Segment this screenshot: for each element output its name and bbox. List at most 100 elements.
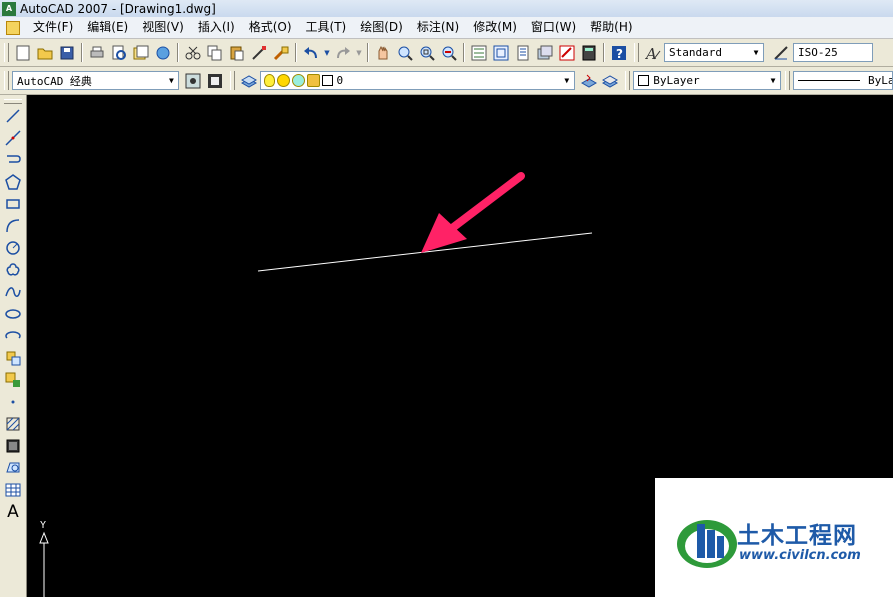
menu-file[interactable]: 文件(F) xyxy=(26,17,80,38)
standard-toolbar: ▼ ▼ ? A Standard ▼ ISO-25 xyxy=(0,39,893,67)
markup-icon[interactable] xyxy=(557,43,577,63)
autocad-app-icon[interactable]: A xyxy=(2,1,16,16)
menu-help[interactable]: 帮助(H) xyxy=(583,17,639,38)
text-style-value: Standard xyxy=(669,46,722,59)
make-current-layer-icon[interactable] xyxy=(579,71,599,91)
ellipse-arc-icon[interactable] xyxy=(3,326,23,346)
multiline-text-icon[interactable]: A xyxy=(3,502,23,522)
toolbar-grip[interactable] xyxy=(4,71,9,90)
arc-icon[interactable] xyxy=(3,216,23,236)
zoom-previous-icon[interactable] xyxy=(439,43,459,63)
toolbar-grip[interactable] xyxy=(634,43,639,62)
layer-viewport-thaw-icon[interactable] xyxy=(291,74,305,87)
construction-line-icon[interactable] xyxy=(3,128,23,148)
workspace-settings-icon[interactable] xyxy=(183,71,203,91)
spline-icon[interactable] xyxy=(3,282,23,302)
match-properties-icon[interactable] xyxy=(249,43,269,63)
cut-icon[interactable] xyxy=(183,43,203,63)
print-icon[interactable] xyxy=(87,43,107,63)
text-style-select[interactable]: Standard ▼ xyxy=(664,43,764,62)
toolbar-grip[interactable] xyxy=(229,71,235,90)
plot-preview-icon[interactable] xyxy=(109,43,129,63)
layer-color-swatch[interactable] xyxy=(321,75,333,86)
my-workspace-icon[interactable] xyxy=(205,71,225,91)
menu-tools[interactable]: 工具(T) xyxy=(299,17,354,38)
circle-icon[interactable] xyxy=(3,238,23,258)
make-block-icon[interactable] xyxy=(3,370,23,390)
undo-dropdown-icon[interactable]: ▼ xyxy=(323,43,331,63)
pan-icon[interactable] xyxy=(373,43,393,63)
redo-icon[interactable] xyxy=(333,43,353,63)
linetype-control-select[interactable]: ByLay xyxy=(792,71,893,90)
sheet-set-icon[interactable] xyxy=(535,43,555,63)
dim-style-select[interactable]: ISO-25 xyxy=(793,43,873,62)
design-center-icon[interactable] xyxy=(491,43,511,63)
document-menu-icon[interactable] xyxy=(6,20,20,35)
layers-properties-toolbar: AutoCAD 经典 ▼ 0 ▼ ByLayer ▼ ByLay xyxy=(0,67,893,95)
menu-view[interactable]: 视图(V) xyxy=(135,17,191,38)
toolbar-grip[interactable] xyxy=(785,71,790,90)
menu-draw[interactable]: 绘图(D) xyxy=(353,17,410,38)
layer-select[interactable]: 0 ▼ xyxy=(259,71,575,90)
layer-manager-icon[interactable] xyxy=(239,71,259,91)
chevron-down-icon[interactable]: ▼ xyxy=(164,72,178,89)
3d-dwf-icon[interactable] xyxy=(153,43,173,63)
linetype-value: ByLay xyxy=(867,74,892,87)
chevron-down-icon[interactable]: ▼ xyxy=(560,72,574,89)
layer-lock-icon[interactable] xyxy=(306,74,320,87)
region-icon[interactable] xyxy=(3,458,23,478)
polygon-icon[interactable] xyxy=(3,172,23,192)
line-icon[interactable] xyxy=(3,106,23,126)
window-title: AutoCAD 2007 - [Drawing1.dwg] xyxy=(20,1,216,16)
quickcalc-icon[interactable] xyxy=(579,43,599,63)
toolbar-separator xyxy=(295,43,297,62)
insert-block-icon[interactable] xyxy=(3,348,23,368)
drawn-line[interactable] xyxy=(257,232,593,272)
publish-icon[interactable] xyxy=(131,43,151,63)
layer-thaw-icon[interactable] xyxy=(276,74,290,87)
ellipse-icon[interactable] xyxy=(3,304,23,324)
ucs-axis xyxy=(39,531,49,597)
color-control-select[interactable]: ByLayer ▼ xyxy=(633,71,782,90)
text-style-icon[interactable]: A xyxy=(643,43,663,63)
redo-dropdown-icon[interactable]: ▼ xyxy=(355,43,363,63)
open-icon[interactable] xyxy=(35,43,55,63)
chevron-down-icon[interactable]: ▼ xyxy=(766,72,780,89)
gradient-icon[interactable] xyxy=(3,436,23,456)
menu-format[interactable]: 格式(O) xyxy=(242,17,299,38)
undo-icon[interactable] xyxy=(301,43,321,63)
layer-name-value: 0 xyxy=(336,74,344,87)
toolbar-grip[interactable] xyxy=(4,43,9,62)
menu-edit[interactable]: 编辑(E) xyxy=(80,17,135,38)
paste-icon[interactable] xyxy=(227,43,247,63)
layer-previous-icon[interactable] xyxy=(601,71,621,91)
menu-insert[interactable]: 插入(I) xyxy=(191,17,242,38)
chevron-down-icon[interactable]: ▼ xyxy=(749,44,763,61)
menu-dimension[interactable]: 标注(N) xyxy=(410,17,466,38)
revision-cloud-icon[interactable] xyxy=(3,260,23,280)
tool-palettes-icon[interactable] xyxy=(513,43,533,63)
hatch-icon[interactable] xyxy=(3,414,23,434)
dim-style-icon[interactable] xyxy=(772,43,792,63)
block-editor-icon[interactable] xyxy=(271,43,291,63)
workspace-select[interactable]: AutoCAD 经典 ▼ xyxy=(11,71,180,90)
rectangle-icon[interactable] xyxy=(3,194,23,214)
table-icon[interactable] xyxy=(3,480,23,500)
toolbar-grip[interactable] xyxy=(4,99,22,104)
watermark: 土木工程网 www.civilcn.com xyxy=(655,478,893,597)
help-icon[interactable]: ? xyxy=(609,43,629,63)
zoom-window-icon[interactable] xyxy=(417,43,437,63)
watermark-title: 土木工程网 xyxy=(737,523,857,549)
menu-window[interactable]: 窗口(W) xyxy=(524,17,583,38)
ucs-y-label: Y xyxy=(40,520,47,531)
point-icon[interactable] xyxy=(3,392,23,412)
polyline-icon[interactable] xyxy=(3,150,23,170)
layer-on-icon[interactable] xyxy=(263,74,275,87)
copy-icon[interactable] xyxy=(205,43,225,63)
toolbar-grip[interactable] xyxy=(625,71,631,90)
save-icon[interactable] xyxy=(57,43,77,63)
menu-modify[interactable]: 修改(M) xyxy=(466,17,524,38)
zoom-realtime-icon[interactable] xyxy=(395,43,415,63)
properties-icon[interactable] xyxy=(469,43,489,63)
new-icon[interactable] xyxy=(13,43,33,63)
